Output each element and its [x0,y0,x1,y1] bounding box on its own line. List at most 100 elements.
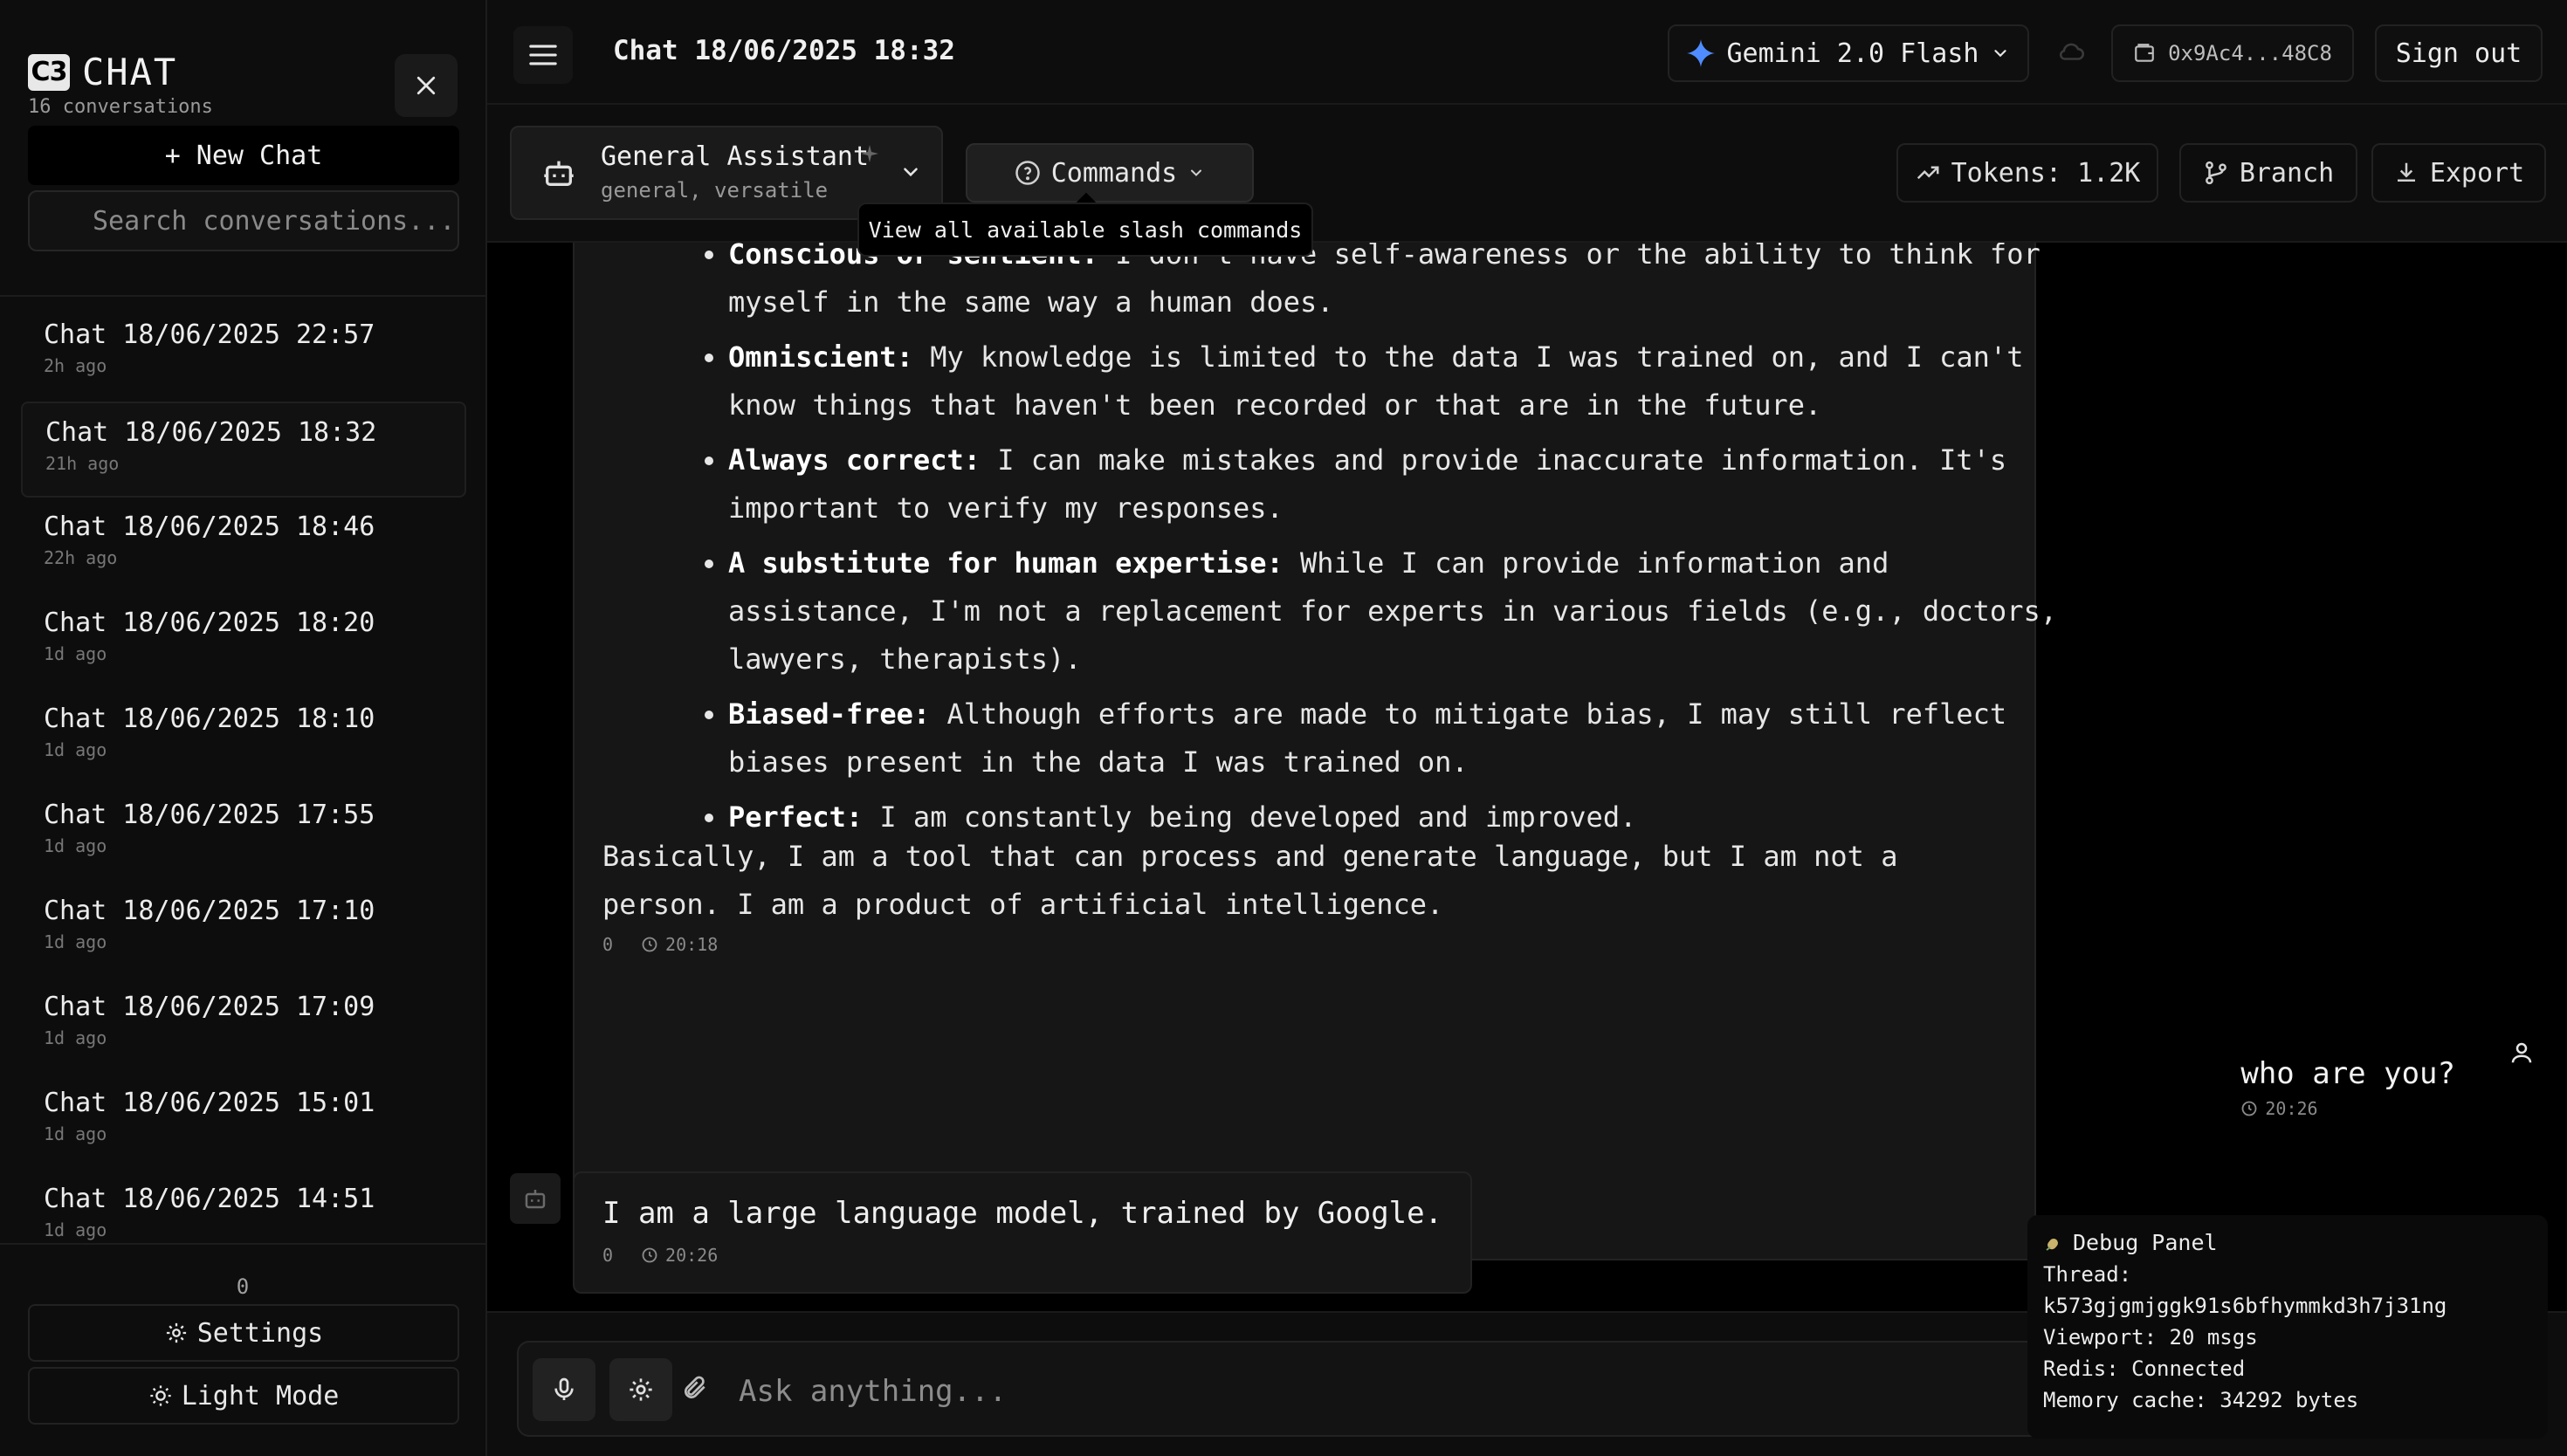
voice-input-button[interactable] [533,1358,595,1421]
debug-thread-id: k573gjgmjggk91s6bfhymmkd3h7j31ng [2043,1294,2447,1318]
message-meta: 0 20:18 [602,934,718,955]
conversation-time: 1d ago [44,739,107,760]
bullet-item: Always correct: I can make mistakes and … [728,436,2085,532]
conversation-time: 1d ago [44,1219,107,1240]
download-icon [2397,162,2415,182]
assistant-message-text: I am a large language model, trained by … [602,1196,1443,1231]
conversation-item[interactable]: Chat 18/06/2025 17:10 1d ago [21,882,466,978]
conversation-time: 1d ago [44,643,107,664]
brand-name: CHAT [82,51,178,93]
message-summary: Basically, I am a tool that can process … [602,840,1898,921]
chat-app: C3 CHAT 16 conversations + New Chat Chat… [0,0,2567,1456]
gear-icon [166,1322,186,1343]
conversation-title: Chat 18/06/2025 18:20 [44,608,375,638]
conversation-title: Chat 18/06/2025 22:57 [44,319,375,350]
conversation-time: 1d ago [44,1123,107,1144]
search-box [28,190,459,251]
divider [0,1243,485,1245]
new-chat-button[interactable]: + New Chat [28,126,459,185]
debug-viewport: Viewport: 20 msgs [2043,1325,2258,1350]
assistant-avatar [510,1173,561,1224]
bullet-item: Biased-free: Although efforts are made t… [728,690,2085,786]
branch-button[interactable]: Branch [2179,143,2357,203]
conversation-title: Chat 18/06/2025 18:10 [44,704,375,734]
menu-button[interactable] [513,26,573,84]
composer-settings-button[interactable] [609,1358,672,1421]
page-title: Chat 18/06/2025 18:32 [613,35,955,66]
hamburger-icon [529,45,557,65]
settings-button[interactable]: Settings [28,1304,459,1362]
export-button[interactable]: Export [2371,143,2546,203]
sparkle-icon [859,143,880,168]
model-label: Gemini 2.0 Flash [1726,38,1979,69]
commands-button[interactable]: Commands [966,143,1254,203]
sign-out-button[interactable]: Sign out [2375,24,2543,82]
bullet-term: Always correct: [728,443,981,477]
git-branch-icon [2205,161,2226,185]
bug-icon [2046,1239,2058,1251]
conversation-item[interactable]: Chat 18/06/2025 14:51 1d ago [21,1170,466,1266]
wallet-icon [2135,44,2154,62]
conversation-item[interactable]: Chat 18/06/2025 18:20 1d ago [21,594,466,690]
commands-tooltip: View all available slash commands [857,203,1313,257]
model-selector[interactable]: Gemini 2.0 Flash [1668,24,2029,82]
bullet-item: Omniscient: My knowledge is limited to t… [728,333,2085,429]
conversation-list: Chat 18/06/2025 22:57 2h ago Chat 18/06/… [21,306,466,1266]
header: Chat 18/06/2025 18:32 Gemini 2.0 Flash 0… [487,0,2567,105]
search-input[interactable] [30,204,458,237]
settings-label: Settings [196,1317,324,1349]
bot-icon [541,155,576,194]
message-meta: 0 20:26 [602,1245,718,1266]
user-icon [2511,1042,2532,1063]
help-circle-icon [1015,161,1040,185]
clock-icon [2241,1101,2257,1116]
bullet-text: I am constantly being developed and impr… [863,800,1637,834]
theme-toggle-button[interactable]: Light Mode [28,1367,459,1425]
debug-memory: Memory cache: 34292 bytes [2043,1388,2359,1412]
divider [0,295,485,297]
message-time: 20:26 [2265,1098,2318,1119]
bullet-term: Perfect: [728,800,864,834]
message-meta: 20:26 [2240,1098,2455,1119]
brand: C3 CHAT [28,51,177,93]
assistant-tags: general, versatile [601,178,829,203]
tokens-indicator[interactable]: Tokens: 1.2K [1896,143,2158,203]
message-bullet-list: Conscious or sentient: I don't have self… [688,243,2085,848]
conversation-item[interactable]: Chat 18/06/2025 18:46 22h ago [21,498,466,594]
conversation-time: 22h ago [44,547,118,568]
sun-icon [150,1385,171,1406]
close-sidebar-button[interactable] [395,54,458,117]
theme-label: Light Mode [181,1380,340,1411]
bullet-term: A substitute for human expertise: [728,546,1284,580]
brand-logo: C3 [28,53,70,91]
debug-title: Debug Panel [2073,1230,2218,1255]
conversation-item[interactable]: Chat 18/06/2025 18:10 1d ago [21,690,466,786]
conversation-time: 1d ago [44,1027,107,1048]
debug-thread-label: Thread: [2043,1262,2132,1287]
attach-button[interactable] [681,1374,709,1405]
conversation-item[interactable]: Chat 18/06/2025 22:57 2h ago [21,306,466,402]
microphone-icon [554,1377,574,1400]
bullet-term: Biased-free: [728,697,931,731]
chevron-down-icon [899,161,922,187]
conversation-time: 1d ago [44,931,107,952]
debug-panel-title: Debug Panel [2043,1227,2532,1259]
conversation-item-active[interactable]: Chat 18/06/2025 18:32 21h ago [21,402,466,498]
wallet-button[interactable]: 0x9Ac4...48C8 [2111,24,2354,82]
conversation-item[interactable]: Chat 18/06/2025 15:01 1d ago [21,1074,466,1170]
conversation-item[interactable]: Chat 18/06/2025 17:09 1d ago [21,978,466,1074]
conversation-item[interactable]: Chat 18/06/2025 17:55 1d ago [21,786,466,882]
cloud-icon [2057,38,2087,68]
message-count: 0 [602,1245,614,1266]
bullet-item: A substitute for human expertise: While … [728,539,2085,683]
bullet-text: My knowledge is limited to the data I wa… [728,340,2024,422]
message-input[interactable] [737,1367,1875,1416]
bullet-term: Omniscient: [728,340,913,374]
sidebar: C3 CHAT 16 conversations + New Chat Chat… [0,0,487,1456]
gemini-star-icon [1686,39,1715,67]
conversation-title: Chat 18/06/2025 14:51 [44,1184,375,1214]
clock-icon [642,1247,657,1263]
conversation-time: 21h ago [45,453,120,474]
message-area[interactable]: Conscious or sentient: I don't have self… [487,243,2567,1311]
trending-up-icon [1917,166,1939,180]
